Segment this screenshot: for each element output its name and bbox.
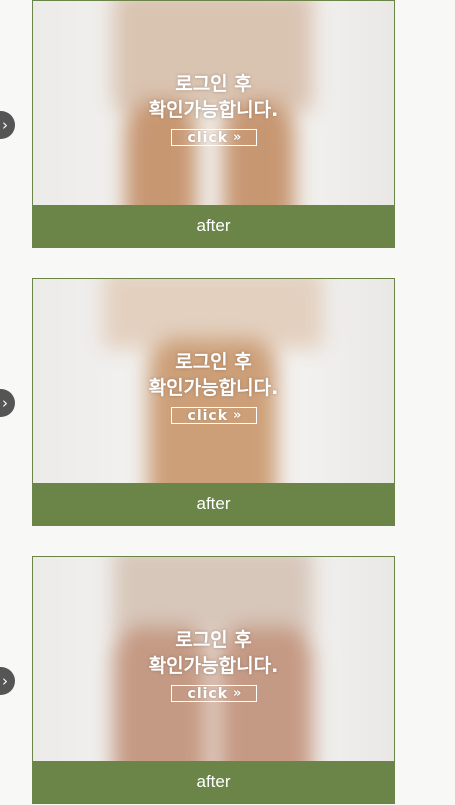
review-list: › 로그인 후 확인가능합니다. click » after › 로그인 후 확… bbox=[0, 0, 455, 805]
login-notice-line1: 로그인 후 bbox=[175, 351, 252, 373]
after-caption: after bbox=[33, 761, 394, 803]
next-arrow-button[interactable]: › bbox=[0, 111, 15, 139]
after-caption: after bbox=[33, 205, 394, 247]
review-card[interactable]: 로그인 후 확인가능합니다. click » after bbox=[32, 0, 395, 248]
login-notice-line1: 로그인 후 bbox=[175, 629, 252, 651]
review-card[interactable]: 로그인 후 확인가능합니다. click » after bbox=[32, 278, 395, 526]
double-chevron-right-icon: » bbox=[233, 685, 242, 701]
double-chevron-right-icon: » bbox=[233, 407, 242, 423]
review-card[interactable]: 로그인 후 확인가능합니다. click » after bbox=[32, 556, 395, 804]
click-label: click bbox=[187, 685, 229, 702]
click-login-button[interactable]: click » bbox=[170, 685, 257, 702]
login-notice-line2: 확인가능합니다. bbox=[148, 377, 279, 399]
click-login-button[interactable]: click » bbox=[170, 407, 257, 424]
login-notice-line2: 확인가능합니다. bbox=[148, 99, 279, 121]
login-required-overlay: 로그인 후 확인가능합니다. click » bbox=[33, 557, 394, 761]
login-required-overlay: 로그인 후 확인가능합니다. click » bbox=[33, 279, 394, 483]
chevron-right-icon: › bbox=[2, 394, 8, 412]
click-label: click bbox=[187, 407, 229, 424]
chevron-right-icon: › bbox=[2, 672, 8, 690]
next-arrow-button[interactable]: › bbox=[0, 389, 15, 417]
login-notice-line2: 확인가능합니다. bbox=[148, 655, 279, 677]
chevron-right-icon: › bbox=[2, 116, 8, 134]
double-chevron-right-icon: » bbox=[233, 129, 242, 145]
next-arrow-button[interactable]: › bbox=[0, 667, 15, 695]
login-notice-line1: 로그인 후 bbox=[175, 73, 252, 95]
login-required-overlay: 로그인 후 확인가능합니다. click » bbox=[33, 1, 394, 205]
after-caption: after bbox=[33, 483, 394, 525]
click-login-button[interactable]: click » bbox=[170, 129, 257, 146]
click-label: click bbox=[187, 129, 229, 146]
